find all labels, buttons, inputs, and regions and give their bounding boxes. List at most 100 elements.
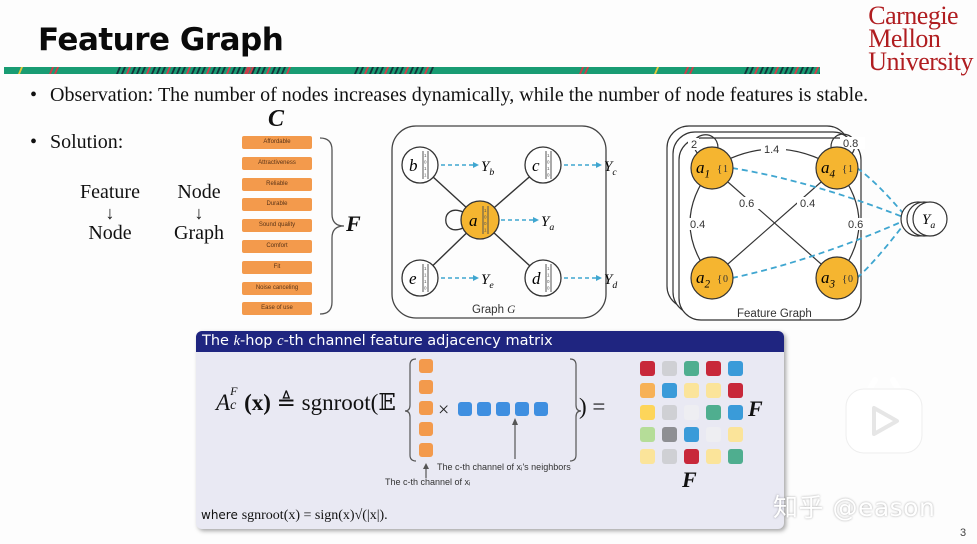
matrix-cell — [662, 449, 677, 464]
tartan-stripe — [424, 67, 429, 74]
arrowhead-icon — [596, 162, 602, 168]
tartan-stripe — [156, 67, 161, 74]
prediction-label: Ye — [481, 272, 494, 291]
tartan-stripe — [754, 67, 759, 74]
tartan-stripe — [799, 67, 804, 74]
definition-box-header: The k-hop c-th channel feature adjacency… — [196, 331, 784, 352]
graph-node-e — [401, 259, 439, 297]
bullet-dot: • — [30, 84, 38, 106]
graph-node-d — [524, 259, 562, 297]
prediction-label: Yd — [604, 272, 617, 291]
graph-node-c — [524, 146, 562, 184]
prediction-label: Ya — [541, 214, 554, 233]
matrix-cell — [684, 427, 699, 442]
matrix-cell — [706, 383, 721, 398]
where-label: where — [201, 508, 238, 522]
edge-weight: 0.4 — [690, 219, 705, 231]
tartan-stripe — [819, 71, 820, 74]
brace-glyph: { — [842, 273, 847, 285]
formula-sub: c — [230, 398, 237, 413]
tartan-stripe — [221, 67, 226, 74]
matrix-cell — [662, 383, 677, 398]
tartan-stripe — [684, 67, 689, 74]
tartan-stripe — [226, 67, 231, 74]
matrix-cell — [728, 361, 743, 376]
times-symbol: × — [438, 399, 449, 421]
matrix-cell — [706, 427, 721, 442]
feature-graph-caption: Feature Graph — [737, 308, 812, 320]
matrix-cell — [640, 427, 655, 442]
tartan-stripe — [379, 67, 384, 74]
equals-sign: ) = — [579, 394, 606, 419]
self-channel-cell — [419, 380, 433, 394]
tartan-stripe — [286, 67, 291, 74]
neighbor-channel-cell — [477, 402, 491, 416]
slide-title: Feature Graph — [38, 22, 284, 58]
tartan-stripe — [18, 67, 23, 74]
prediction-arrow — [856, 167, 909, 220]
matrix-col-label: F — [682, 467, 697, 492]
feature-chip: Attractiveness — [242, 156, 312, 170]
observation-bullet: • Observation: The number of nodes increa… — [30, 84, 868, 107]
feature-set-label: F — [346, 211, 361, 236]
tartan-stripe — [364, 67, 369, 74]
tartan-stripe — [804, 67, 809, 74]
cmu-logo: Carnegie Mellon University — [868, 3, 973, 75]
flow-to: Node — [88, 222, 132, 244]
matrix-cell — [640, 405, 655, 420]
feature-chip: Durable — [242, 198, 312, 212]
matrix-cell — [662, 361, 677, 376]
edge-weight: 0.4 — [800, 198, 815, 210]
tartan-stripe — [196, 67, 201, 74]
self-channel-cell — [419, 359, 433, 373]
tartan-stripe — [384, 67, 389, 74]
neighbor-channel-cell — [496, 402, 510, 416]
page-number: 3 — [960, 527, 967, 539]
tartan-stripe — [256, 67, 261, 74]
arrowhead-icon — [473, 275, 479, 281]
tartan-stripe — [146, 67, 151, 74]
matrix-cell — [706, 361, 721, 376]
tartan-stripe — [271, 67, 276, 74]
observation-text: Observation: The number of nodes increas… — [50, 84, 869, 106]
tartan-stripe — [186, 67, 191, 74]
matrix-cell — [684, 361, 699, 376]
tartan-stripe — [394, 67, 399, 74]
tartan-stripe — [206, 67, 211, 74]
where-formula: sgnroot(x) = sign(x)√(|x|). — [241, 508, 388, 523]
tartan-stripe — [261, 67, 266, 74]
zhihu-watermark: 知乎 @eason — [773, 493, 936, 522]
prediction-label: Yc — [604, 159, 617, 178]
tartan-stripe — [126, 67, 131, 74]
tartan-stripe — [236, 67, 241, 74]
tartan-stripe — [131, 67, 136, 74]
tartan-stripe — [779, 67, 784, 74]
edge-weight: 2 — [691, 139, 697, 151]
arrowhead-icon — [473, 162, 479, 168]
tartan-stripe — [171, 67, 176, 74]
brace-glyph: { — [717, 163, 722, 175]
tartan-stripe — [231, 67, 236, 74]
header-text: -hop — [240, 333, 278, 349]
tartan-stripe — [201, 67, 206, 74]
tartan-stripe — [369, 67, 374, 74]
self-channel-cell — [419, 401, 433, 415]
video-play-icon[interactable] — [842, 372, 926, 456]
formula-A: A — [216, 390, 231, 415]
node-label: c — [532, 156, 540, 175]
tartan-stripe — [414, 67, 419, 74]
feature-bit: 1 — [848, 164, 853, 175]
flow-from: Feature — [80, 181, 140, 203]
tartan-stripe — [374, 67, 379, 74]
feature-chip: Ease of use — [242, 302, 312, 316]
adjacency-formula: A F c (x) ≜ sgnroot(𝔼 — [216, 384, 396, 416]
graph-node-a — [460, 200, 500, 240]
tartan-stripe — [166, 67, 171, 74]
flow-to: Graph — [174, 222, 224, 244]
arrowhead-icon — [512, 418, 518, 425]
tartan-stripe — [784, 67, 789, 74]
tartan-stripe — [409, 67, 414, 74]
edge-weight: 0.6 — [739, 198, 754, 210]
tartan-stripe — [276, 67, 281, 74]
sgnroot-definition: where sgnroot(x) = sign(x)√(|x|). — [201, 508, 388, 524]
